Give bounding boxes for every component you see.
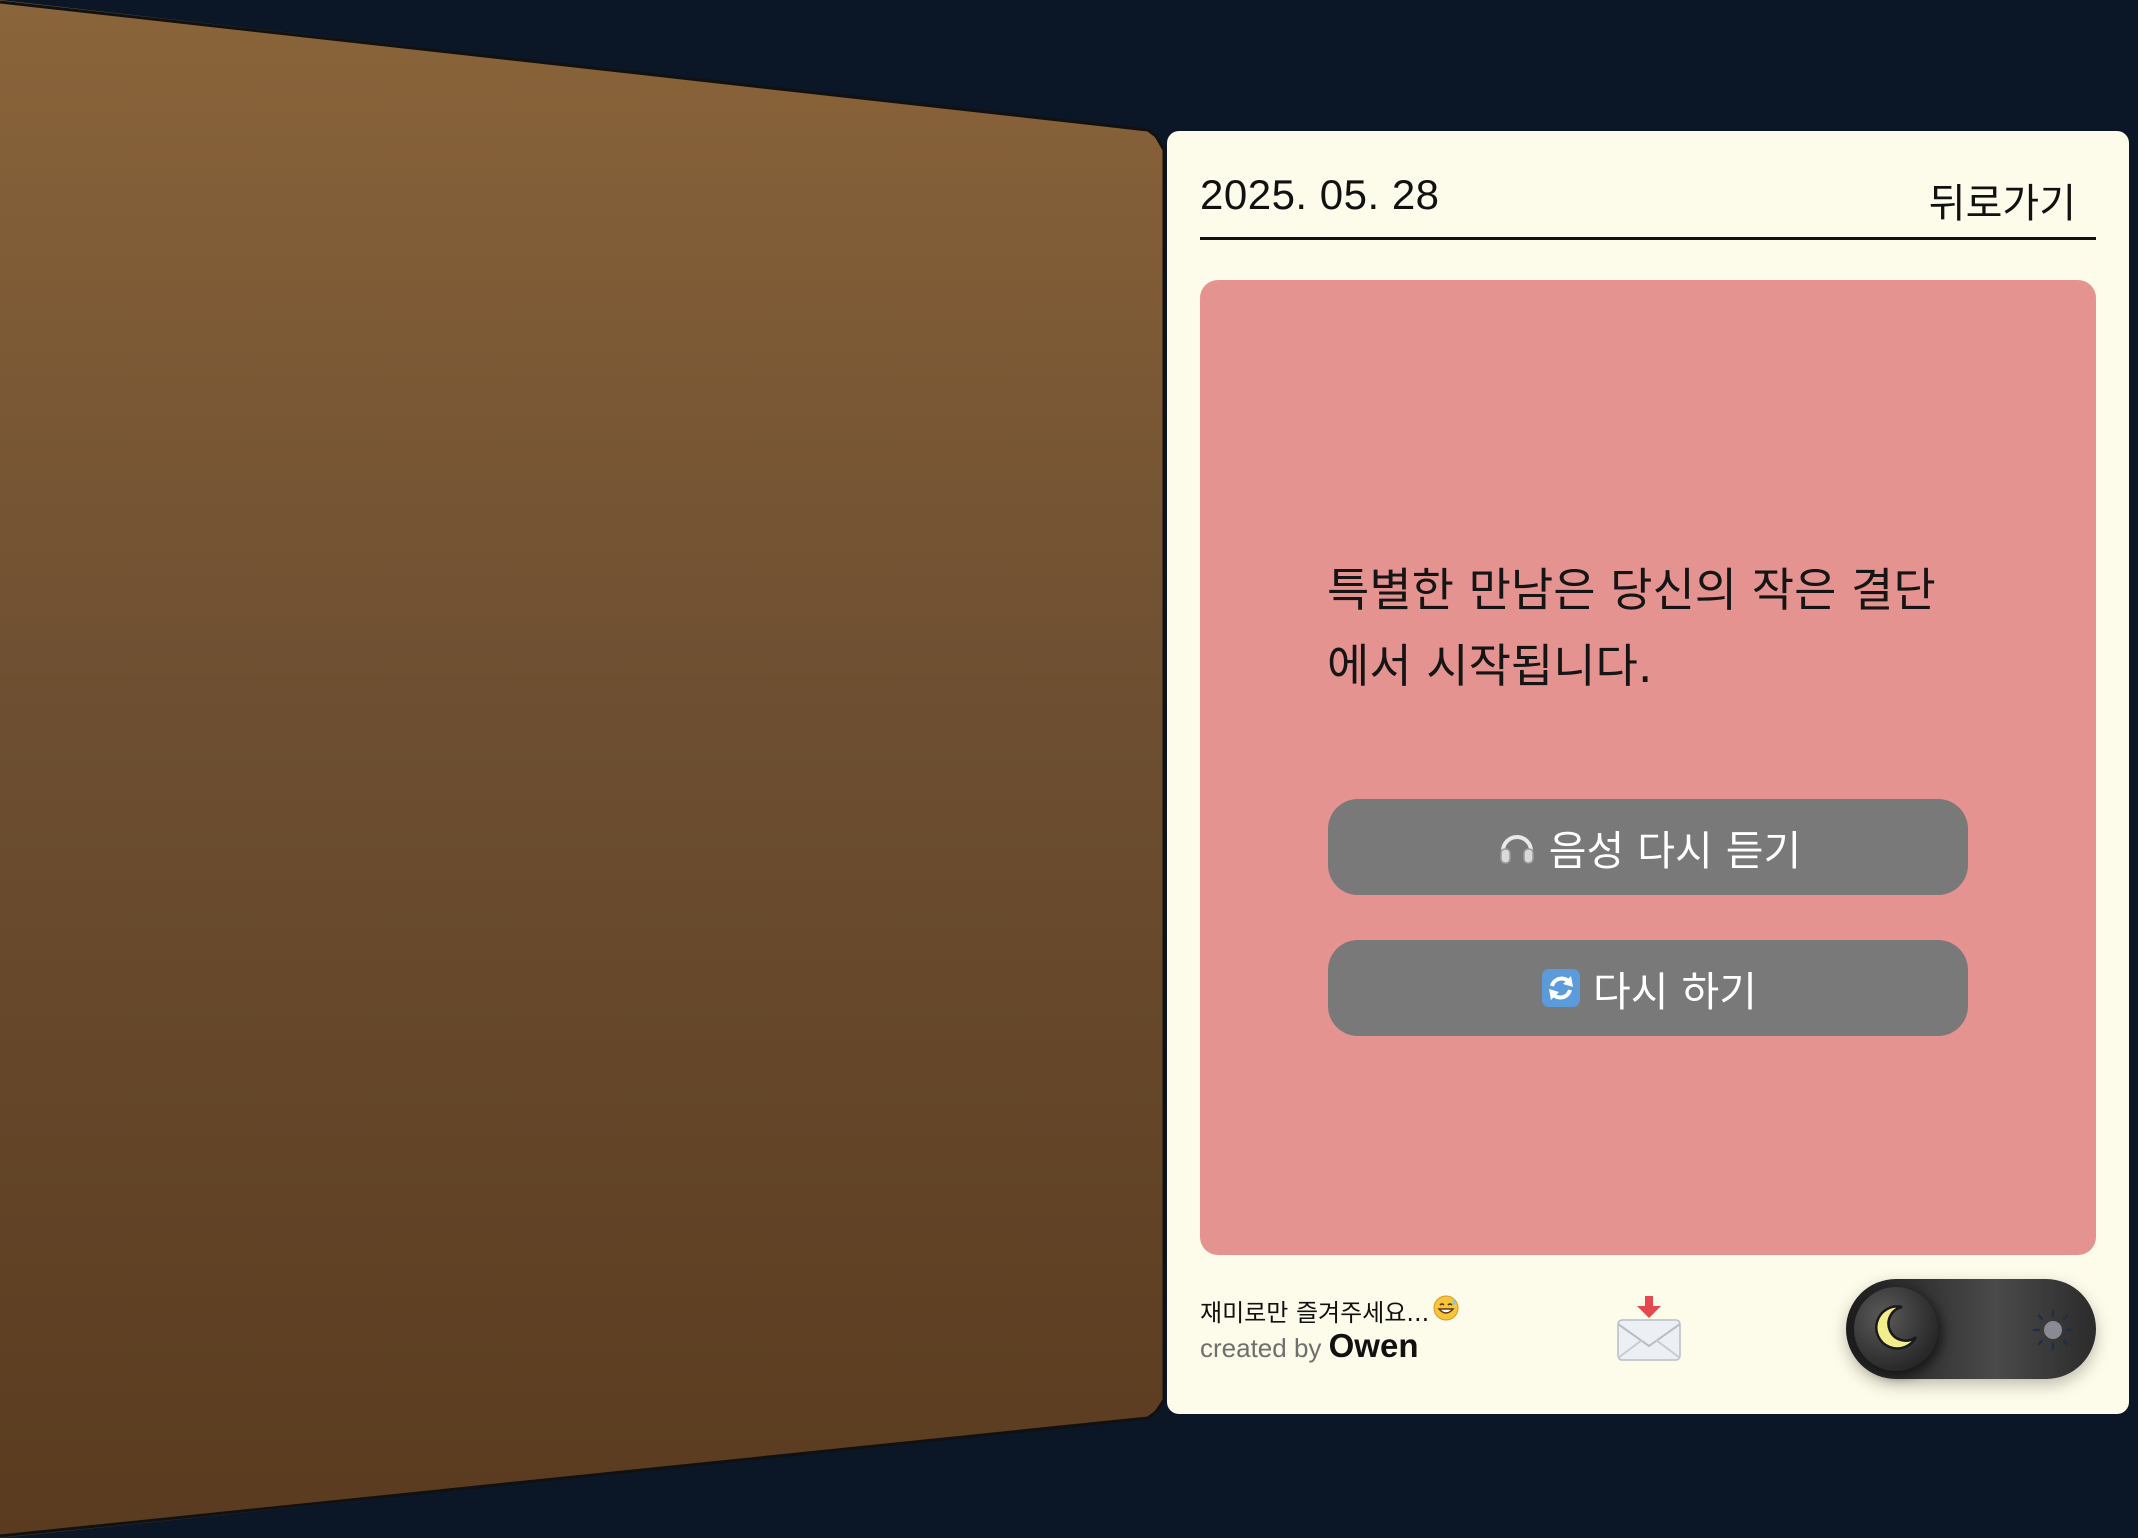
sun-icon — [2032, 1309, 2074, 1351]
envelope-download-icon[interactable] — [1614, 1294, 1684, 1364]
theme-toggle[interactable] — [1846, 1279, 2096, 1379]
credit: created by Owen — [1200, 1327, 1419, 1365]
app-stage: 2025. 05. 28 뒤로가기 특별한 만남은 당신의 작은 결단에서 시작… — [0, 0, 2138, 1538]
listen-again-label: 음성 다시 듣기 — [1548, 827, 1802, 875]
retry-button[interactable]: 다시 하기 — [1328, 940, 1968, 1036]
credit-prefix: created by — [1200, 1333, 1322, 1363]
fortune-page: 2025. 05. 28 뒤로가기 특별한 만남은 당신의 작은 결단에서 시작… — [1167, 131, 2129, 1414]
footer-note: 재미로만 즐겨주세요... — [1200, 1293, 1459, 1328]
page-header: 2025. 05. 28 뒤로가기 — [1200, 171, 2096, 240]
date-label: 2025. 05. 28 — [1200, 171, 1440, 218]
book-cover — [0, 0, 1164, 1538]
moon-icon — [1868, 1299, 1924, 1359]
retry-label: 다시 하기 — [1593, 968, 1757, 1016]
fortune-card: 특별한 만남은 당신의 작은 결단에서 시작됩니다. 음성 다시 듣기 다시 하… — [1200, 280, 2096, 1255]
back-button[interactable]: 뒤로가기 — [1929, 171, 2076, 229]
credit-name: Owen — [1328, 1327, 1419, 1364]
toggle-knob — [1854, 1287, 1938, 1371]
headphones-icon — [1495, 825, 1539, 869]
fortune-message: 특별한 만남은 당신의 작은 결단에서 시작됩니다. — [1327, 563, 1936, 693]
refresh-icon — [1539, 966, 1583, 1010]
grinning-sweat-emoji-icon — [1433, 1295, 1459, 1327]
footer-note-text: 재미로만 즐겨주세요... — [1200, 1299, 1430, 1327]
listen-again-button[interactable]: 음성 다시 듣기 — [1328, 799, 1968, 895]
